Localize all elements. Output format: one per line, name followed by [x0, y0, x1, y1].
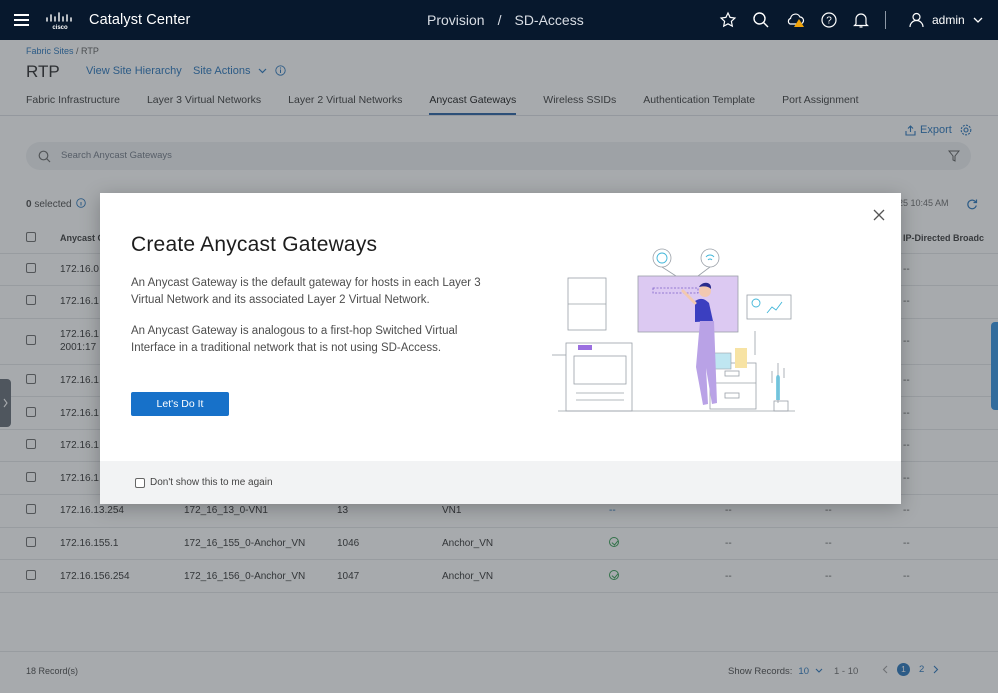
dont-show-again-label: Don't show this to me again [150, 477, 273, 488]
search-icon[interactable] [752, 11, 770, 29]
dont-show-again-option[interactable]: Don't show this to me again [135, 477, 273, 488]
star-icon[interactable] [719, 11, 737, 29]
dialog-paragraph-2: An Anycast Gateway is analogous to a fir… [131, 325, 458, 354]
svg-text:cisco: cisco [52, 25, 68, 30]
user-icon [909, 12, 924, 27]
svg-text:?: ? [826, 16, 832, 27]
help-icon[interactable]: ? [820, 11, 838, 29]
toolbar-divider [885, 11, 886, 29]
dialog-footer: Don't show this to me again [100, 461, 901, 504]
nav-page-link[interactable]: SD-Access [514, 12, 583, 28]
username: admin [932, 12, 965, 27]
product-name: Catalyst Center [89, 12, 191, 28]
close-icon[interactable] [872, 208, 886, 222]
cisco-logo-icon: cisco [46, 12, 72, 30]
dialog-paragraph-1: An Anycast Gateway is the default gatewa… [131, 277, 481, 306]
create-anycast-gateways-dialog: Create Anycast Gateways An Anycast Gatew… [100, 193, 901, 504]
hamburger-menu-icon[interactable] [14, 14, 29, 26]
nav-section-link[interactable]: Provision [427, 12, 485, 28]
dont-show-again-checkbox[interactable] [135, 477, 145, 488]
person-at-whiteboard-illustration [552, 248, 795, 412]
cloud-warning-icon[interactable] [786, 11, 806, 29]
user-menu[interactable]: admin [909, 12, 983, 27]
lets-do-it-button[interactable]: Let's Do It [131, 392, 229, 416]
notification-bell-icon[interactable] [852, 11, 870, 29]
top-navigation-bar: cisco Catalyst Center Provision / SD-Acces… [0, 0, 998, 40]
dialog-title: Create Anycast Gateways [131, 233, 378, 256]
top-breadcrumb: Provision / SD-Access [427, 12, 584, 28]
chevron-down-icon [973, 17, 983, 23]
